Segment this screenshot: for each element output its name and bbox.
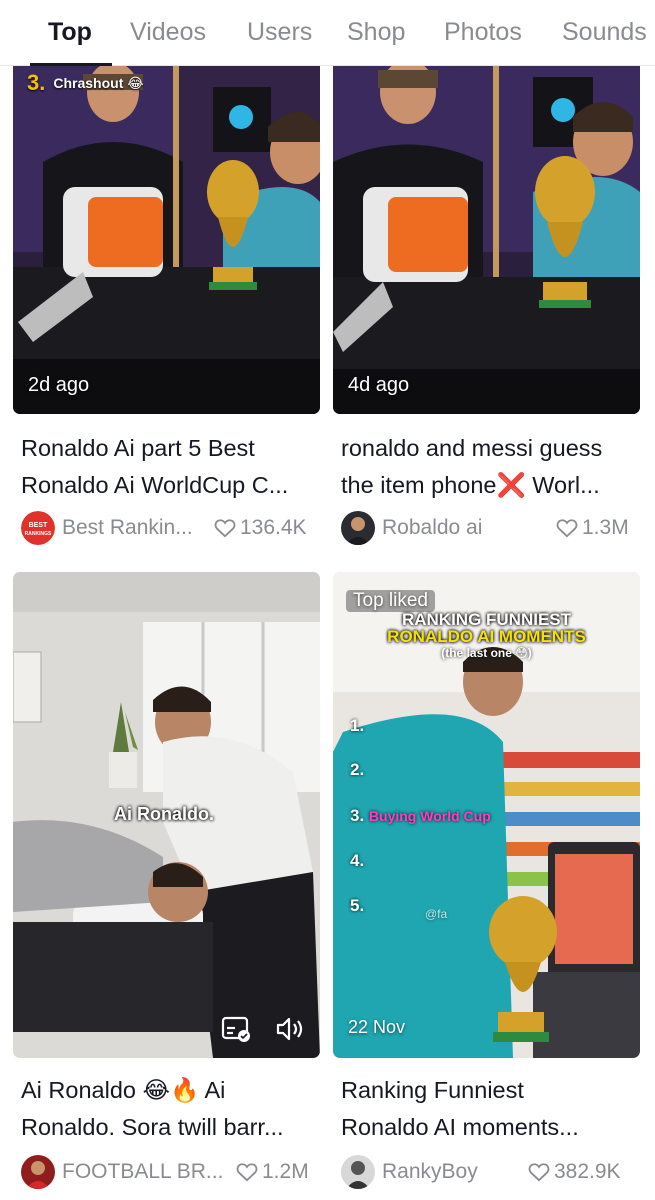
video-subtitle: Ai Ronaldo. bbox=[114, 804, 214, 824]
avatar: BEST RANKINGS bbox=[21, 511, 55, 545]
video-caption[interactable]: ronaldo and messi guess the item phone❌ … bbox=[341, 430, 641, 504]
tab-users[interactable]: Users bbox=[247, 16, 312, 48]
author-name: RankyBoy bbox=[382, 1160, 478, 1183]
avatar bbox=[341, 511, 375, 545]
top-liked-label: Top liked bbox=[346, 590, 435, 612]
rank-badge: 3. Chrashout 😂 bbox=[27, 70, 144, 96]
thumbnail-image bbox=[13, 52, 320, 414]
heart-icon bbox=[214, 519, 236, 538]
caption-line: Ronaldo Ai part 5 Best bbox=[21, 435, 255, 461]
video-caption[interactable]: Ronaldo Ai part 5 Best Ronaldo Ai WorldC… bbox=[21, 430, 321, 504]
tab-photos[interactable]: Photos bbox=[444, 16, 522, 48]
caption-line: Ronaldo AI moments... bbox=[341, 1114, 579, 1140]
tab-videos[interactable]: Videos bbox=[130, 16, 206, 48]
svg-text:BEST: BEST bbox=[29, 522, 48, 529]
like-count: 382.9K bbox=[528, 1160, 621, 1184]
avatar bbox=[341, 1155, 375, 1189]
video-timestamp: 2d ago bbox=[28, 374, 90, 396]
avatar-image bbox=[341, 511, 375, 545]
like-count-value: 1.3M bbox=[582, 516, 629, 539]
ranking-item-text: Buying World Cup bbox=[368, 808, 491, 824]
ranking-item-2: 2. bbox=[350, 760, 365, 779]
caption-line: ronaldo and messi guess bbox=[341, 435, 603, 461]
like-count: 1.2M bbox=[236, 1160, 309, 1184]
video-caption[interactable]: Ranking Funniest Ronaldo AI moments... bbox=[341, 1072, 641, 1146]
thumbnail-image bbox=[333, 52, 640, 414]
caption-line: Ranking Funniest bbox=[341, 1077, 524, 1103]
rank-number: 3. bbox=[27, 70, 46, 95]
heart-icon bbox=[556, 519, 578, 538]
author-row[interactable]: FOOTBALL BR... bbox=[21, 1154, 223, 1190]
watermark: @fa bbox=[425, 907, 448, 921]
video-thumbnail[interactable]: Ai Ronaldo. bbox=[13, 572, 320, 1058]
like-count: 136.4K bbox=[214, 516, 307, 540]
video-timestamp: 4d ago bbox=[348, 374, 410, 396]
video-thumbnail[interactable]: Top liked RANKING FUNNIEST RONALDO AI MO… bbox=[333, 572, 640, 1058]
author-name: Robaldo ai bbox=[382, 516, 483, 539]
avatar-image bbox=[341, 1155, 375, 1189]
ranking-item-4: 4. bbox=[350, 851, 365, 870]
caption-line: Ai Ronaldo 😂🔥 Ai bbox=[21, 1077, 226, 1103]
author-row[interactable]: RankyBoy bbox=[341, 1154, 478, 1190]
video-caption[interactable]: Ai Ronaldo 😂🔥 Ai Ronaldo. Sora twill bar… bbox=[21, 1072, 321, 1146]
svg-text:RANKINGS: RANKINGS bbox=[25, 531, 52, 537]
avatar bbox=[21, 1155, 55, 1189]
caption-line: Ronaldo. Sora twill barr... bbox=[21, 1114, 284, 1140]
overlay-channel: Chrashout 😂 bbox=[53, 74, 144, 91]
video-thumbnail[interactable]: 3. Chrashout 😂 2d ago bbox=[13, 52, 320, 414]
author-row[interactable]: BEST RANKINGS Best Rankin... bbox=[21, 510, 193, 546]
avatar-image bbox=[21, 1155, 55, 1189]
search-tabs: Top Videos Users Shop Photos Sounds bbox=[0, 0, 655, 66]
heart-icon bbox=[528, 1163, 550, 1182]
like-count-value: 1.2M bbox=[262, 1160, 309, 1183]
volume-icon[interactable] bbox=[275, 1016, 305, 1042]
author-name: FOOTBALL BR... bbox=[62, 1160, 224, 1183]
ranking-number: 3. bbox=[350, 806, 365, 825]
like-count-value: 136.4K bbox=[240, 516, 307, 539]
heart-icon bbox=[236, 1163, 258, 1182]
author-name: Best Rankin... bbox=[62, 516, 193, 539]
caption-line: Ronaldo Ai WorldCup C... bbox=[21, 472, 289, 498]
captions-icon[interactable] bbox=[221, 1016, 251, 1042]
tab-sounds[interactable]: Sounds bbox=[562, 16, 647, 48]
ranking-item-5: 5. bbox=[350, 896, 365, 915]
tab-shop[interactable]: Shop bbox=[347, 16, 405, 48]
ranking-item-3: 3. Buying World Cup bbox=[350, 806, 491, 826]
tab-top[interactable]: Top bbox=[48, 16, 92, 48]
ranking-item-1: 1. bbox=[350, 716, 365, 735]
caption-line: the item phone❌ Worl... bbox=[341, 472, 600, 498]
like-count: 1.3M bbox=[556, 516, 629, 540]
active-tab-indicator bbox=[30, 63, 112, 66]
author-row[interactable]: Robaldo ai bbox=[341, 510, 482, 546]
banner-note: (the last one 😳) bbox=[441, 646, 532, 660]
banner-subtitle: RONALDO AI MOMENTS bbox=[387, 627, 586, 646]
video-thumbnail[interactable]: 4d ago bbox=[333, 52, 640, 414]
video-timestamp: 22 Nov bbox=[348, 1017, 406, 1037]
best-rankings-logo: BEST RANKINGS bbox=[21, 511, 55, 545]
like-count-value: 382.9K bbox=[554, 1160, 621, 1183]
